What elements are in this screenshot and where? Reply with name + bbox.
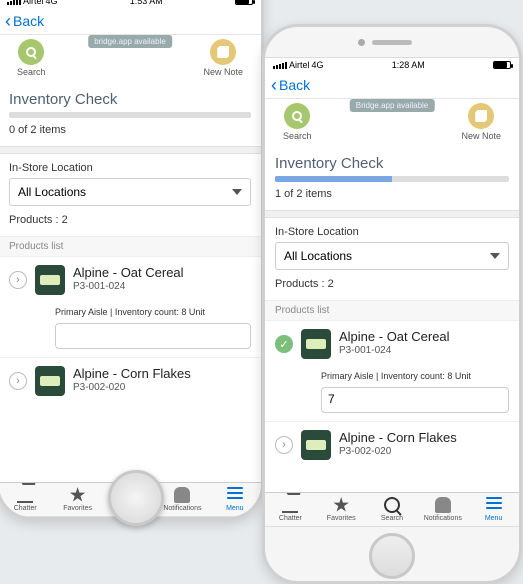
menu-icon: [227, 487, 243, 503]
chevron-down-icon: [490, 253, 500, 259]
battery-icon: [235, 0, 253, 5]
app-available-banner[interactable]: Bridge.app available: [350, 99, 435, 112]
tab-bar: Chatter Favorites Search Notifications M…: [265, 492, 519, 526]
nav-bar: ‹Back: [0, 8, 261, 35]
note-icon: [217, 46, 229, 58]
phone-mock-left: Airtel 4G 1:53 AM ‹Back Search bridge.ap…: [0, 0, 264, 520]
tab-notifications[interactable]: Notifications: [156, 483, 208, 516]
chevron-down-icon: [232, 189, 242, 195]
product-name: Alpine - Oat Cereal: [339, 329, 509, 344]
product-code: P3-001-024: [73, 281, 251, 292]
status-bar: Airtel 4G 1:28 AM: [265, 58, 519, 72]
product-meta: Primary Aisle | Inventory count: 8 Unit: [321, 371, 509, 381]
tab-notifications[interactable]: Notifications: [417, 493, 468, 526]
product-thumb: [35, 265, 65, 295]
menu-icon: [486, 497, 502, 513]
tab-favorites[interactable]: Favorites: [51, 483, 103, 516]
star-icon: [333, 497, 349, 513]
back-button[interactable]: ‹Back: [271, 76, 310, 94]
page-title: Inventory Check: [0, 83, 261, 112]
product-code: P3-002-020: [73, 382, 251, 393]
inventory-input[interactable]: 7: [321, 387, 509, 413]
product-meta: Primary Aisle | Inventory count: 8 Unit: [55, 307, 251, 317]
product-thumb: [301, 430, 331, 460]
expand-icon[interactable]: ›: [9, 271, 27, 289]
star-icon: [70, 487, 86, 503]
product-thumb: [301, 329, 331, 359]
page-title: Inventory Check: [265, 147, 519, 176]
signal-icon: [273, 62, 287, 69]
carrier-label: Airtel: [23, 0, 44, 6]
product-row[interactable]: ✓ Alpine - Oat Cereal P3-001-024: [265, 320, 519, 363]
new-note-action[interactable]: New Note: [461, 103, 501, 141]
product-name: Alpine - Oat Cereal: [73, 265, 251, 280]
search-action[interactable]: Search: [17, 39, 46, 77]
product-thumb: [35, 366, 65, 396]
location-select[interactable]: All Locations: [275, 242, 509, 270]
progress-text: 0 of 2 items: [0, 118, 261, 146]
search-icon: [384, 497, 400, 513]
products-count: Products : 2: [0, 214, 261, 236]
list-header: Products list: [265, 300, 519, 320]
home-button[interactable]: [108, 470, 164, 526]
app-screen: Airtel 4G 1:28 AM ‹Back Search Bridge.ap…: [265, 57, 519, 527]
search-icon: [26, 47, 36, 57]
product-row[interactable]: › Alpine - Corn Flakes P3-002-020: [0, 357, 261, 400]
tab-chatter[interactable]: Chatter: [0, 483, 51, 516]
product-row[interactable]: › Alpine - Corn Flakes P3-002-020: [265, 421, 519, 464]
location-select[interactable]: All Locations: [9, 178, 251, 206]
location-label: In-Store Location: [0, 154, 261, 176]
nav-bar: ‹Back: [265, 72, 519, 99]
chevron-left-icon: ‹: [5, 12, 11, 30]
note-icon: [475, 110, 487, 122]
tab-chatter[interactable]: Chatter: [265, 493, 316, 526]
status-bar: Airtel 4G 1:53 AM: [0, 0, 261, 8]
phone-mock-right: Airtel 4G 1:28 AM ‹Back Search Bridge.ap…: [262, 24, 522, 584]
tab-menu[interactable]: Menu: [468, 493, 519, 526]
expand-icon[interactable]: ›: [9, 372, 27, 390]
signal-icon: [7, 0, 21, 5]
time-label: 1:28 AM: [392, 60, 425, 70]
search-icon: [292, 111, 302, 121]
phone-bezel: [265, 27, 519, 57]
location-label: In-Store Location: [265, 218, 519, 240]
list-header: Products list: [0, 236, 261, 256]
search-action[interactable]: Search: [283, 103, 312, 141]
action-row: Search bridge.app available New Note: [0, 35, 261, 83]
back-button[interactable]: ‹Back: [5, 12, 44, 30]
network-label: 4G: [312, 60, 324, 70]
action-row: Search Bridge.app available New Note: [265, 99, 519, 147]
new-note-action[interactable]: New Note: [203, 39, 243, 77]
product-code: P3-001-024: [339, 345, 509, 356]
product-name: Alpine - Corn Flakes: [339, 430, 509, 445]
tab-menu[interactable]: Menu: [209, 483, 261, 516]
time-label: 1:53 AM: [130, 0, 163, 6]
expand-icon[interactable]: ›: [275, 436, 293, 454]
check-icon[interactable]: ✓: [275, 335, 293, 353]
bell-icon: [435, 497, 451, 513]
carrier-label: Airtel: [289, 60, 310, 70]
battery-icon: [493, 61, 511, 69]
inventory-input[interactable]: [55, 323, 251, 349]
progress-text: 1 of 2 items: [265, 182, 519, 210]
home-button[interactable]: [369, 533, 415, 579]
product-code: P3-002-020: [339, 446, 509, 457]
products-count: Products : 2: [265, 278, 519, 300]
chevron-left-icon: ‹: [271, 76, 277, 94]
pulse-icon: [17, 487, 33, 503]
tab-search[interactable]: Search: [367, 493, 418, 526]
network-label: 4G: [46, 0, 58, 6]
app-available-banner[interactable]: bridge.app available: [88, 35, 172, 48]
bell-icon: [174, 487, 190, 503]
product-row[interactable]: › Alpine - Oat Cereal P3-001-024: [0, 256, 261, 299]
product-name: Alpine - Corn Flakes: [73, 366, 251, 381]
tab-favorites[interactable]: Favorites: [316, 493, 367, 526]
pulse-icon: [282, 497, 298, 513]
app-screen: Airtel 4G 1:53 AM ‹Back Search bridge.ap…: [0, 0, 261, 517]
